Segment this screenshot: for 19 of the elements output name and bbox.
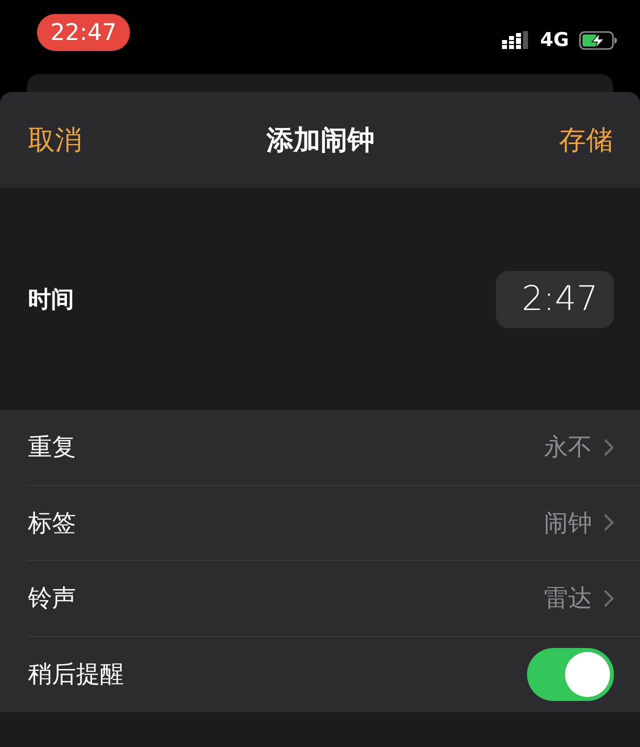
status-time: 22:47 — [37, 14, 130, 51]
row-label: 稍后提醒 — [28, 659, 124, 690]
cancel-button[interactable]: 取消 — [28, 122, 82, 158]
sheet-title: 添加闹钟 — [266, 124, 374, 158]
network-type-label: 4G — [540, 29, 569, 51]
chevron-right-icon[interactable] — [604, 438, 614, 456]
chevron-right-icon[interactable] — [604, 590, 614, 607]
time-picker-button[interactable]: 2:47 — [496, 270, 614, 328]
row-value: 永不 — [544, 432, 592, 464]
row-label: 标签 — [28, 508, 76, 539]
battery-charging-icon — [579, 30, 618, 50]
time-label: 时间 — [28, 286, 74, 314]
save-button[interactable]: 存储 — [559, 122, 613, 158]
row-label: 重复 — [28, 432, 76, 464]
signal-icon — [502, 31, 530, 49]
chevron-right-icon[interactable] — [604, 514, 614, 532]
row-value: 闹钟 — [544, 508, 592, 539]
row-label: 铃声 — [28, 583, 76, 614]
row-value: 雷达 — [544, 583, 592, 614]
